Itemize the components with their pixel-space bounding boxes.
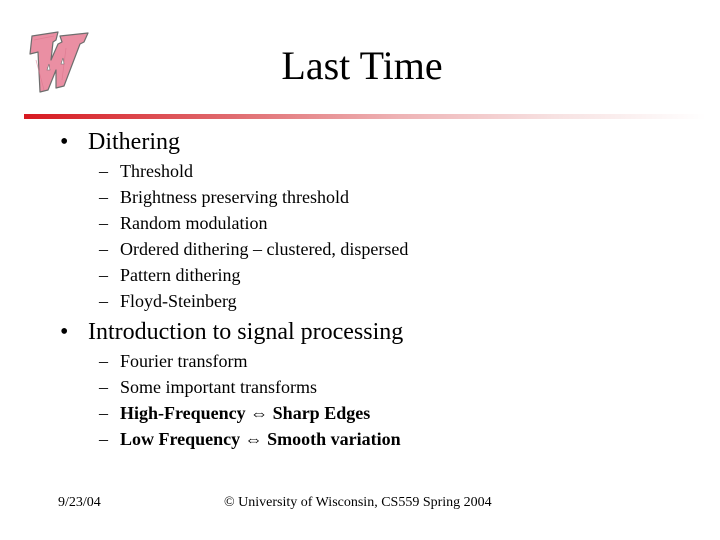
sub-bullet-text: Floyd-Steinberg [120,291,237,311]
bullet-text: Introduction to signal processing [88,319,404,345]
dash-marker: – [99,187,108,207]
sub-bullet-text: Threshold [120,161,193,181]
footer-date: 9/23/04 [58,495,101,510]
sub-bullet-text: Fourier transform [120,351,248,371]
bullet-dithering: • Dithering [60,127,180,157]
title-divider [24,114,706,119]
sub-bullet: – Some important transforms [99,375,317,399]
dash-marker: – [99,265,108,285]
sub-bullet: – High-Frequency ⇔ Sharp Edges [99,401,370,425]
dash-marker: – [99,351,108,371]
sub-bullet: – Ordered dithering – clustered, disperse… [99,237,408,261]
sub-bullet: – Random modulation [99,211,268,235]
dash-marker: – [99,213,108,233]
sub-bullet: – Fourier transform [99,349,247,373]
dash-marker: – [99,161,108,181]
sub-bullet: – Pattern dithering [99,263,240,287]
sub-bullet-text: Pattern dithering [120,265,241,285]
sub-bullet: – Threshold [99,159,193,183]
bullet-marker: • [60,129,69,155]
bullet-signal-processing: • Introduction to signal processing [60,317,403,347]
slide-title: Last Time [281,43,443,88]
dash-marker: – [99,377,108,397]
footer-copyright: © University of Wisconsin, CS559 Spring … [224,495,492,510]
bullet-marker: • [60,319,69,345]
bullet-text: Dithering [88,129,180,155]
dash-marker: – [99,429,108,449]
sub-bullet-text: Ordered dithering – clustered, dispersed [120,239,409,259]
sub-bullet-text: Random modulation [120,213,268,233]
dash-marker: – [99,239,108,259]
sub-bullet-text: Low Frequency ⇔ Smooth variation [120,429,401,449]
dash-marker: – [99,291,108,311]
sub-bullet-text: Brightness preserving threshold [120,187,349,207]
sub-bullet-text: High-Frequency ⇔ Sharp Edges [120,403,371,423]
sub-bullet: – Brightness preserving threshold [99,185,349,209]
sub-bullet: – Floyd-Steinberg [99,289,237,313]
sub-bullet: – Low Frequency ⇔ Smooth variation [99,427,401,451]
sub-bullet-text: Some important transforms [120,377,317,397]
dash-marker: – [99,403,108,423]
